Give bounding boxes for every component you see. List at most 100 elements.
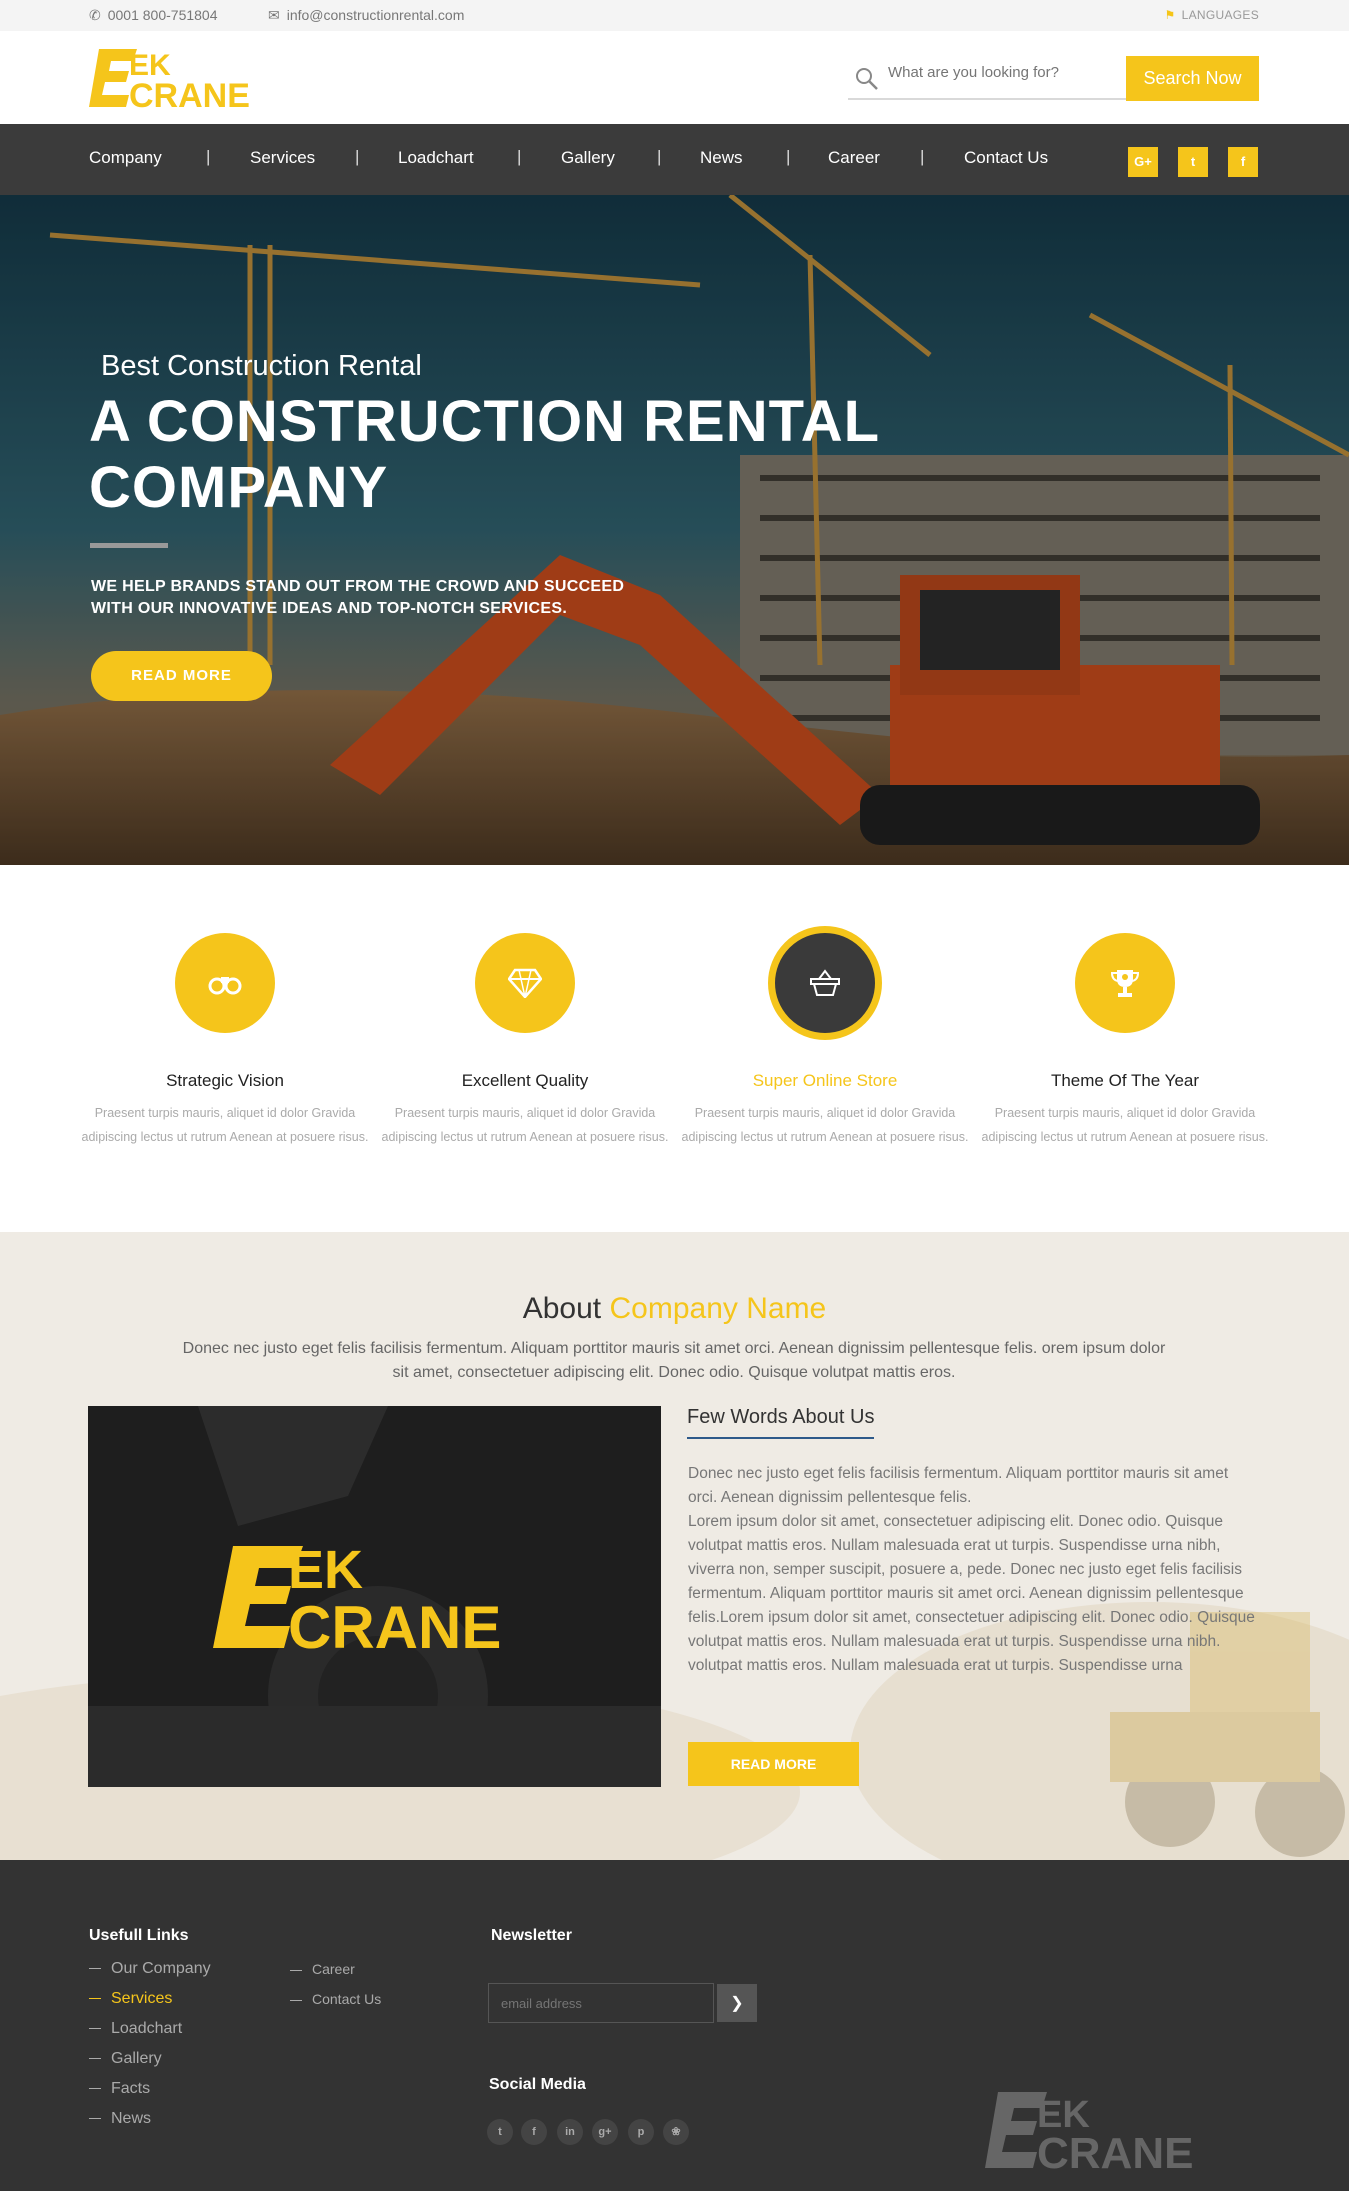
feature-title: Excellent Quality	[461, 1071, 589, 1090]
footer-link-label: Our Company	[111, 1960, 211, 1977]
footer-logo[interactable]: EK CRANE	[985, 2090, 1217, 2170]
feature-icon-circle	[1075, 933, 1175, 1033]
twitter-icon[interactable]: t	[1178, 147, 1208, 177]
footer-link-career[interactable]: Career	[290, 1961, 355, 1977]
feature-text: Praesent turpis mauris, aliquet id dolor…	[681, 1106, 969, 1144]
about-heading: About Company Name	[0, 1292, 1349, 1326]
nav-company[interactable]: Company	[89, 148, 162, 168]
chevron-right-icon: ❯	[730, 1995, 744, 2012]
nav-separator: |	[786, 147, 791, 166]
linkedin-icon[interactable]: in	[557, 2119, 583, 2145]
feature-icon-circle	[175, 933, 275, 1033]
footer-link-label: Facts	[111, 2080, 151, 2097]
about-body: Donec nec justo eget felis facilisis fer…	[688, 1462, 1260, 1678]
search-icon	[856, 68, 878, 90]
site-footer: Usefull Links Our Company Services Loadc…	[0, 1860, 1349, 2191]
google-plus-icon[interactable]: G+	[1128, 147, 1158, 177]
search-button[interactable]: Search Now	[1126, 56, 1259, 101]
newsletter-submit-button[interactable]: ❯	[717, 1984, 757, 2022]
footer-link-news[interactable]: News	[89, 2110, 151, 2128]
about-paragraph: volutpat mattis eros. Nullam malesuada e…	[688, 1657, 1183, 1674]
google-plus-icon[interactable]: g+	[592, 2119, 618, 2145]
pinterest-icon[interactable]: p	[628, 2119, 654, 2145]
about-subheading: Few Words About Us	[687, 1406, 875, 1439]
phone-icon: ✆	[89, 7, 101, 23]
feature-title: Strategic Vision	[166, 1071, 284, 1090]
nav-separator: |	[920, 147, 925, 166]
phone-contact[interactable]: ✆ 0001 800-751804	[89, 7, 218, 24]
languages-selector[interactable]: ⚑ LANGUAGES	[1165, 8, 1259, 22]
footer-link-label: Contact Us	[312, 1991, 382, 2007]
newsletter-email-input[interactable]	[488, 1983, 714, 2023]
footer-link-our-company[interactable]: Our Company	[89, 1960, 211, 1978]
social-media-heading: Social Media	[489, 2076, 586, 2093]
hero-title: A CONSTRUCTION RENTAL COMPANY	[89, 389, 880, 520]
facebook-icon[interactable]: f	[1228, 147, 1258, 177]
about-heading-highlight: Company Name	[609, 1292, 827, 1325]
logo-text-bottom: CRANE	[129, 77, 250, 109]
about-paragraph: Lorem ipsum dolor sit amet, consectetuer…	[688, 1513, 1255, 1650]
dribbble-icon[interactable]: ❀	[663, 2119, 689, 2145]
email-contact[interactable]: ✉ info@constructionrental.com	[268, 7, 464, 24]
nav-career[interactable]: Career	[828, 148, 880, 168]
languages-label: LANGUAGES	[1181, 8, 1259, 22]
nav-separator: |	[517, 147, 522, 166]
hero-subtitle: Best Construction Rental	[101, 350, 422, 382]
main-nav: Company | Services | Loadchart | Gallery…	[0, 124, 1349, 195]
about-section: About Company Name Donec nec justo eget …	[0, 1232, 1349, 1860]
photo-logo-top: EK	[288, 1540, 363, 1600]
nav-contact-us[interactable]: Contact Us	[964, 148, 1048, 168]
basket-icon	[810, 969, 840, 996]
nav-news[interactable]: News	[700, 148, 743, 168]
about-image: EK CRANE	[88, 1406, 661, 1787]
envelope-icon: ✉	[268, 7, 280, 23]
dash-icon	[89, 2088, 101, 2090]
hero-divider	[90, 543, 168, 548]
facebook-icon[interactable]: f	[521, 2119, 547, 2145]
newsletter-heading: Newsletter	[491, 1927, 572, 1944]
twitter-icon[interactable]: t	[487, 2119, 513, 2145]
footer-link-label: Loadchart	[111, 2020, 183, 2037]
about-paragraph: Donec nec justo eget felis facilisis fer…	[688, 1465, 1229, 1506]
dash-icon	[89, 2058, 101, 2060]
nav-gallery[interactable]: Gallery	[561, 148, 615, 168]
email-address: info@constructionrental.com	[286, 7, 465, 23]
nav-separator: |	[657, 147, 662, 166]
footer-link-loadchart[interactable]: Loadchart	[89, 2020, 182, 2038]
about-heading-plain: About	[522, 1292, 602, 1325]
site-header: EK CRANE Search Now	[0, 31, 1349, 124]
footer-link-label: Gallery	[111, 2050, 162, 2067]
dash-icon	[89, 2028, 101, 2030]
footer-link-label: Career	[312, 1961, 355, 1977]
feature-text: Praesent turpis mauris, aliquet id dolor…	[981, 1106, 1269, 1144]
footer-link-facts[interactable]: Facts	[89, 2080, 150, 2098]
search-box	[848, 56, 1126, 100]
hero-read-more-button[interactable]: READ MORE	[91, 651, 272, 701]
hero-background-image	[0, 195, 1349, 865]
nav-separator: |	[355, 147, 360, 166]
footer-link-gallery[interactable]: Gallery	[89, 2050, 162, 2068]
logo[interactable]: EK CRANE	[89, 47, 269, 109]
footer-link-label: News	[111, 2110, 152, 2127]
footer-links-heading: Usefull Links	[89, 1927, 189, 1944]
feature-text: Praesent turpis mauris, aliquet id dolor…	[381, 1106, 669, 1144]
features-section: Strategic Vision Praesent turpis mauris,…	[0, 865, 1349, 1232]
top-bar: ✆ 0001 800-751804 ✉ info@constructionrenta…	[0, 0, 1349, 31]
about-read-more-button[interactable]: READ MORE	[688, 1742, 859, 1786]
footer-link-services[interactable]: Services	[89, 1990, 172, 2008]
flag-icon: ⚑	[1164, 8, 1176, 22]
search-input[interactable]	[888, 64, 1118, 81]
feature-title: Super Online Store	[752, 1071, 898, 1090]
dash-icon	[290, 1969, 302, 1971]
footer-link-contact-us[interactable]: Contact Us	[290, 1991, 381, 2007]
feature-text: Praesent turpis mauris, aliquet id dolor…	[81, 1106, 369, 1144]
nav-loadchart[interactable]: Loadchart	[398, 148, 474, 168]
feature-title: Theme Of The Year	[1050, 1071, 1200, 1090]
nav-services[interactable]: Services	[250, 148, 315, 168]
hero-banner: Best Construction Rental A CONSTRUCTION …	[0, 195, 1349, 865]
crane-logo-image: EK CRANE	[88, 1406, 661, 1787]
dash-icon	[89, 2118, 101, 2120]
nav-separator: |	[206, 147, 211, 166]
photo-logo-bottom: CRANE	[288, 1594, 501, 1661]
binoculars-icon	[208, 977, 242, 995]
